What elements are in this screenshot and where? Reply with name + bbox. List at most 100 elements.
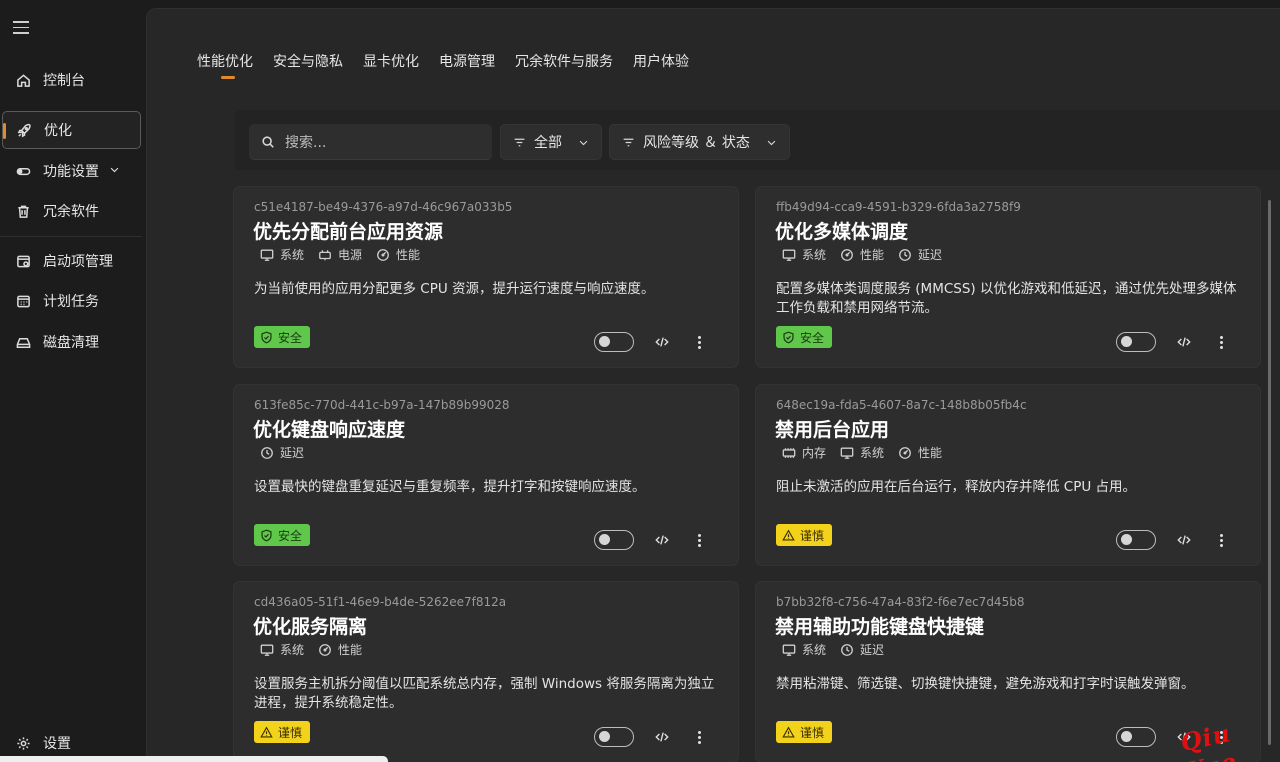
monitor-icon <box>260 644 274 656</box>
gauge-icon <box>319 643 331 656</box>
risk-badge: 谨慎 <box>254 721 311 743</box>
monitor-icon <box>260 249 274 261</box>
tweak-title: 禁用辅助功能键盘快捷键 <box>775 616 985 638</box>
enable-toggle[interactable] <box>594 530 634 550</box>
taskbar-strip <box>0 756 388 762</box>
tab-power[interactable]: 电源管理 <box>439 51 495 79</box>
more-options-button[interactable] <box>690 333 708 351</box>
tag: 性能 <box>840 246 884 263</box>
more-vertical-icon <box>697 335 701 350</box>
tab-gpu[interactable]: 显卡优化 <box>363 51 419 79</box>
tweak-card[interactable]: cd436a05-51f1-46e9-b4de-5262ee7f812a 优化服… <box>233 581 739 762</box>
warning-icon <box>782 725 795 738</box>
risk-badge: 谨慎 <box>776 721 833 743</box>
trash-icon <box>15 203 31 219</box>
tag-list: 延迟 <box>260 444 318 461</box>
filter-risk-label: 风险等级 ＆ 状态 <box>643 135 750 151</box>
sidebar-item-feature-settings[interactable]: 功能设置 <box>2 152 141 190</box>
tweak-title: 优化键盘响应速度 <box>253 419 406 441</box>
home-icon <box>15 72 31 88</box>
tab-user-experience[interactable]: 用户体验 <box>633 51 689 79</box>
more-options-button[interactable] <box>1212 333 1230 351</box>
tweak-card[interactable]: c51e4187-be49-4376-a97d-46c967a033b5 优先分… <box>233 186 739 368</box>
tab-security-privacy[interactable]: 安全与隐私 <box>273 51 343 79</box>
tweak-description: 设置服务主机拆分阈值以匹配系统总内存，强制 Windows 将服务隔离为独立进程… <box>254 676 715 711</box>
chevron-down-icon <box>766 137 777 148</box>
tag-label: 性能 <box>860 248 885 262</box>
hamburger-icon[interactable] <box>13 21 29 35</box>
tag-label: 性能 <box>918 446 943 460</box>
enable-toggle[interactable] <box>1116 727 1156 747</box>
tweak-description: 禁用粘滞键、筛选键、切换键快捷键，避免游戏和打字时误触发弹窗。 <box>776 676 1195 692</box>
sidebar-item-label: 冗余软件 <box>43 204 99 220</box>
tab-performance[interactable]: 性能优化 <box>197 51 253 79</box>
filter-all-dropdown[interactable]: 全部 <box>500 124 602 160</box>
sidebar-item-label: 优化 <box>44 123 72 139</box>
tweak-title: 优化多媒体调度 <box>775 221 909 243</box>
sidebar-item-scheduled-tasks[interactable]: 计划任务 <box>2 282 141 320</box>
sidebar-divider <box>0 236 142 237</box>
scrollbar[interactable] <box>1268 200 1271 745</box>
gauge-icon <box>377 248 389 261</box>
tag: 性能 <box>318 641 362 658</box>
tag-label: 延迟 <box>860 643 885 657</box>
more-options-button[interactable] <box>690 531 708 549</box>
enable-toggle[interactable] <box>1116 332 1156 352</box>
enable-toggle[interactable] <box>1116 530 1156 550</box>
tag: 系统 <box>260 641 304 658</box>
disk-icon <box>15 334 31 350</box>
search-input[interactable]: 搜索... <box>249 124 492 160</box>
tag: 内存 <box>782 444 826 461</box>
memory-chip-icon <box>782 447 796 458</box>
tag-list: 系统 性能 <box>260 641 376 658</box>
tweak-card[interactable]: 648ec19a-fda5-4607-8a7c-148b8b05fb4c 禁用后… <box>755 384 1261 566</box>
tweak-description: 设置最快的键盘重复延迟与重复频率，提升打字和按键响应速度。 <box>254 479 646 495</box>
tag: 延迟 <box>260 444 304 461</box>
tag-label: 系统 <box>280 643 305 657</box>
sidebar-item-label: 磁盘清理 <box>43 335 99 351</box>
tweak-card[interactable]: 613fe85c-770d-441c-b97a-147b89b99028 优化键… <box>233 384 739 566</box>
tweak-card[interactable]: ffb49d94-cca9-4591-b329-6fda3a2758f9 优化多… <box>755 186 1261 368</box>
enable-toggle[interactable] <box>594 332 634 352</box>
filter-all-label: 全部 <box>534 135 562 151</box>
tag-label: 延迟 <box>280 446 305 460</box>
sidebar-item-dashboard[interactable]: 控制台 <box>2 61 141 99</box>
tag-label: 系统 <box>802 643 827 657</box>
tag: 延迟 <box>898 246 942 263</box>
more-options-button[interactable] <box>690 728 708 746</box>
risk-badge-label: 安全 <box>278 528 303 543</box>
tab-bloatware-services[interactable]: 冗余软件与服务 <box>515 51 613 79</box>
search-icon <box>262 135 274 148</box>
filter-icon <box>622 136 635 149</box>
tag-label: 电源 <box>338 248 363 262</box>
tag: 延迟 <box>840 641 884 658</box>
tweak-id: b7bb32f8-c756-47a4-83f2-f6e7ec7d45b8 <box>776 595 1025 609</box>
tag-label: 系统 <box>802 248 827 262</box>
tag: 系统 <box>782 641 826 658</box>
code-view-button[interactable] <box>653 531 671 549</box>
shield-check-icon <box>783 331 794 343</box>
search-placeholder: 搜索... <box>285 134 327 151</box>
sidebar-item-disk-cleanup[interactable]: 磁盘清理 <box>2 323 141 361</box>
tag-label: 性能 <box>396 248 421 262</box>
more-options-button[interactable] <box>1212 531 1230 549</box>
tweak-id: 648ec19a-fda5-4607-8a7c-148b8b05fb4c <box>776 398 1027 412</box>
calendar-icon <box>15 293 31 309</box>
code-view-button[interactable] <box>653 728 671 746</box>
sidebar-item-optimize[interactable]: 优化 <box>2 111 141 149</box>
code-view-button[interactable] <box>1175 531 1193 549</box>
sidebar-item-bloatware[interactable]: 冗余软件 <box>2 192 141 230</box>
tag-label: 内存 <box>802 446 827 460</box>
tweak-id: c51e4187-be49-4376-a97d-46c967a033b5 <box>254 200 513 214</box>
filter-risk-dropdown[interactable]: 风险等级 ＆ 状态 <box>609 124 790 160</box>
tag: 性能 <box>898 444 942 461</box>
code-view-button[interactable] <box>1175 333 1193 351</box>
more-vertical-icon <box>697 730 701 745</box>
toggle-icon <box>15 163 31 179</box>
monitor-icon <box>840 447 854 459</box>
tag: 系统 <box>840 444 884 461</box>
sidebar-item-startup[interactable]: 启动项管理 <box>2 242 141 280</box>
code-view-button[interactable] <box>653 333 671 351</box>
tag-list: 系统 电源 性能 <box>260 246 434 263</box>
enable-toggle[interactable] <box>594 727 634 747</box>
